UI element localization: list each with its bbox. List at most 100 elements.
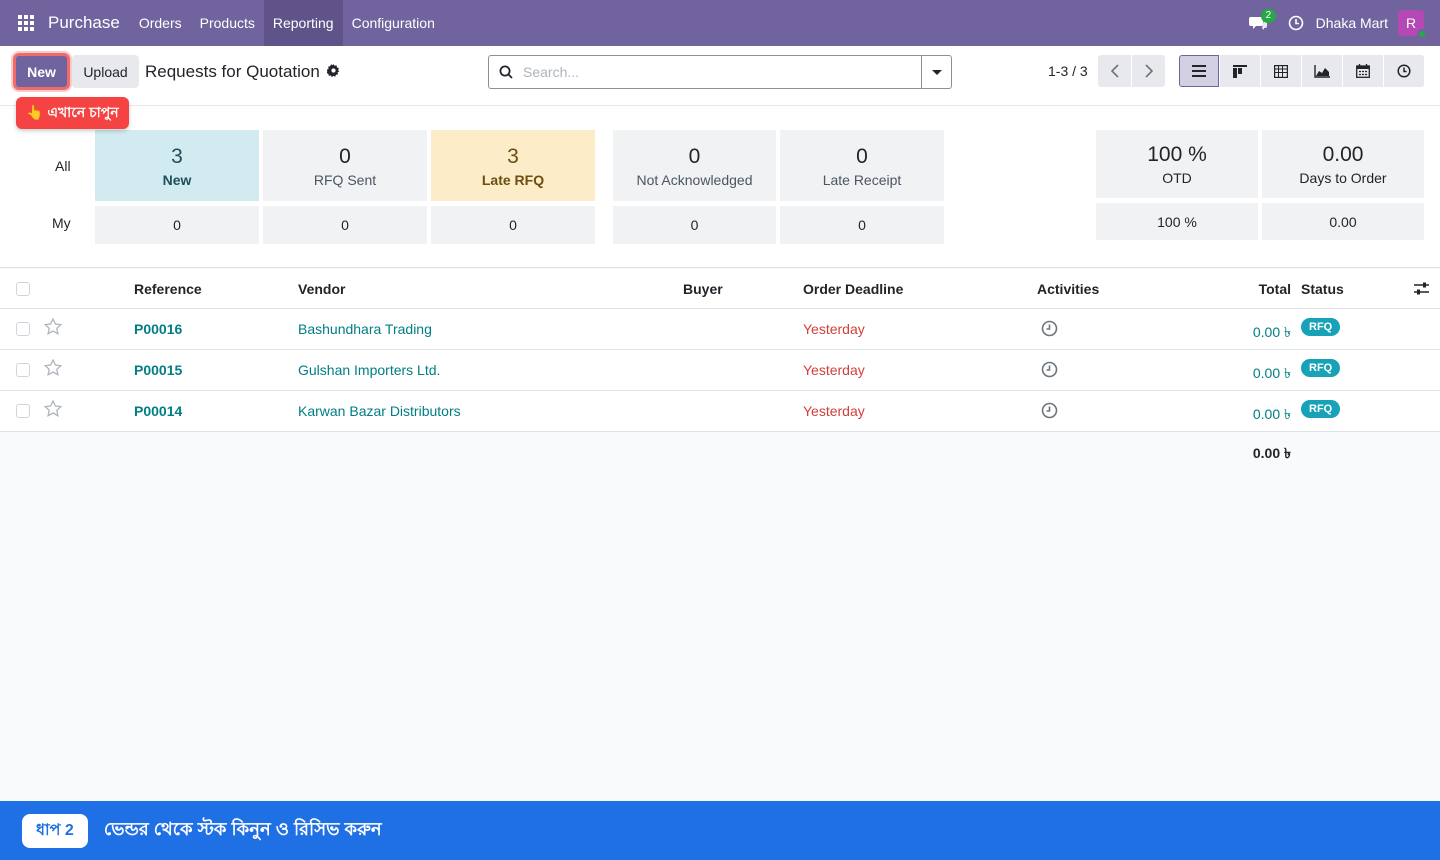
tile-late-rfq[interactable]: 3 Late RFQ — [431, 130, 595, 201]
reference-link[interactable]: P00015 — [134, 362, 182, 378]
table-row[interactable]: P00014 Karwan Bazar Distributors Yesterd… — [0, 391, 1440, 432]
pager-value[interactable]: 1-3 / 3 — [1048, 63, 1088, 79]
tile-rfq-sent[interactable]: 0 RFQ Sent — [263, 130, 427, 201]
list-icon — [1192, 65, 1206, 77]
row-total: 0.00 ৳ — [1252, 324, 1291, 340]
row-label-my: My — [52, 215, 71, 231]
kanban-view-button[interactable] — [1220, 55, 1260, 87]
order-deadline: Yesterday — [803, 362, 865, 378]
status-badge: RFQ — [1301, 400, 1341, 418]
messages-button[interactable]: 2 — [1238, 0, 1278, 46]
search-icon — [489, 65, 523, 79]
tile-label: Not Acknowledged — [636, 171, 753, 188]
table-row[interactable]: P00016 Bashundhara Trading Yesterday 0.0… — [0, 309, 1440, 350]
column-buyer[interactable]: Buyer — [683, 281, 723, 297]
tile-new[interactable]: 3 New — [95, 130, 259, 201]
my-late-receipt-count[interactable]: 0 — [780, 206, 944, 244]
tile-value: 0 — [856, 144, 868, 168]
kpi-label: OTD — [1162, 170, 1192, 186]
control-panel: New Upload Requests for Quotation 1-3 / … — [0, 46, 1440, 106]
column-status[interactable]: Status — [1301, 281, 1344, 297]
apps-menu-icon[interactable] — [0, 0, 52, 46]
tile-label: New — [162, 171, 192, 188]
order-deadline: Yesterday — [803, 321, 865, 337]
list-view-button[interactable] — [1179, 55, 1219, 87]
kpi-days-to-order: 0.00 Days to Order — [1262, 130, 1424, 198]
tile-not-acknowledged[interactable]: 0 Not Acknowledged — [613, 130, 776, 201]
search-input[interactable] — [523, 64, 921, 80]
activity-clock-icon[interactable] — [1041, 402, 1058, 422]
gear-icon[interactable] — [326, 64, 340, 80]
row-checkbox[interactable] — [16, 404, 30, 418]
activity-clock-icon[interactable] — [1041, 361, 1058, 381]
activity-clock-icon[interactable] — [1041, 320, 1058, 340]
pager-previous-button[interactable] — [1098, 55, 1131, 87]
column-reference[interactable]: Reference — [134, 281, 202, 297]
graph-view-button[interactable] — [1302, 55, 1342, 87]
activities-button[interactable] — [1278, 0, 1314, 46]
tutorial-banner: ধাপ 2 ভেন্ডর থেকে স্টক কিনুন ও রিসিভ করু… — [0, 801, 1440, 860]
my-new-count[interactable]: 0 — [95, 206, 259, 244]
pager-next-button[interactable] — [1132, 55, 1165, 87]
company-switcher[interactable]: Dhaka Mart — [1314, 15, 1398, 31]
breadcrumb: Requests for Quotation — [145, 62, 340, 82]
row-checkbox[interactable] — [16, 363, 30, 377]
onboarding-tooltip: 👆 এখানে চাপুন — [16, 97, 129, 129]
my-days-to-order-value: 0.00 — [1262, 203, 1424, 240]
area-chart-icon — [1314, 64, 1330, 78]
kpi-label: Days to Order — [1299, 170, 1387, 186]
row-total: 0.00 ৳ — [1252, 365, 1291, 381]
tile-late-receipt[interactable]: 0 Late Receipt — [780, 130, 944, 201]
tile-value: 3 — [171, 144, 183, 168]
star-icon[interactable] — [43, 358, 63, 379]
menu-products[interactable]: Products — [191, 0, 264, 46]
menu-orders[interactable]: Orders — [130, 0, 191, 46]
column-vendor[interactable]: Vendor — [298, 281, 345, 297]
kpi-value: 0.00 — [1322, 143, 1364, 166]
star-icon[interactable] — [43, 317, 63, 338]
banner-instruction: ভেন্ডর থেকে স্টক কিনুন ও রিসিভ করুন — [103, 819, 382, 839]
user-avatar[interactable]: R — [1398, 10, 1427, 39]
table-grid-icon — [1274, 64, 1288, 78]
vendor-link[interactable]: Karwan Bazar Distributors — [298, 403, 461, 419]
kanban-icon — [1233, 64, 1247, 78]
chat-count-badge: 2 — [1260, 9, 1277, 23]
top-navbar: Purchase Orders Products Reporting Confi… — [0, 0, 1440, 46]
row-total: 0.00 ৳ — [1252, 406, 1291, 422]
select-all-checkbox[interactable] — [16, 282, 30, 296]
column-order-deadline[interactable]: Order Deadline — [803, 281, 903, 297]
table-header: Reference Vendor Buyer Order Deadline Ac… — [0, 269, 1440, 309]
column-total[interactable]: Total — [1171, 281, 1291, 297]
kpi-value: 100 % — [1147, 143, 1207, 166]
search-options-toggle[interactable] — [921, 56, 951, 88]
status-badge: RFQ — [1301, 359, 1341, 377]
tile-value: 0 — [339, 144, 351, 168]
vendor-link[interactable]: Bashundhara Trading — [298, 321, 432, 337]
rfq-list-table: Reference Vendor Buyer Order Deadline Ac… — [0, 269, 1440, 432]
chevron-left-icon — [1110, 64, 1119, 78]
upload-button[interactable]: Upload — [72, 55, 139, 88]
my-rfq-sent-count[interactable]: 0 — [263, 206, 427, 244]
new-button[interactable]: New — [13, 53, 70, 90]
calendar-view-button[interactable] — [1343, 55, 1383, 87]
my-otd-value: 100 % — [1096, 203, 1258, 240]
column-activities[interactable]: Activities — [1037, 281, 1099, 297]
vendor-link[interactable]: Gulshan Importers Ltd. — [298, 362, 440, 378]
menu-configuration[interactable]: Configuration — [343, 0, 444, 46]
activity-view-button[interactable] — [1384, 55, 1424, 87]
pivot-view-button[interactable] — [1261, 55, 1301, 87]
table-row[interactable]: P00015 Gulshan Importers Ltd. Yesterday … — [0, 350, 1440, 391]
order-deadline: Yesterday — [803, 403, 865, 419]
row-checkbox[interactable] — [16, 322, 30, 336]
my-not-acknowledged-count[interactable]: 0 — [613, 206, 776, 244]
optional-columns-toggle[interactable] — [1414, 282, 1429, 298]
row-label-all: All — [55, 158, 71, 174]
reference-link[interactable]: P00014 — [134, 403, 182, 419]
caret-down-icon — [931, 69, 942, 75]
my-late-rfq-count[interactable]: 0 — [431, 206, 595, 244]
calendar-icon — [1356, 64, 1370, 78]
app-name[interactable]: Purchase — [48, 13, 130, 33]
star-icon[interactable] — [43, 399, 63, 420]
menu-reporting[interactable]: Reporting — [263, 0, 343, 46]
reference-link[interactable]: P00016 — [134, 321, 182, 337]
